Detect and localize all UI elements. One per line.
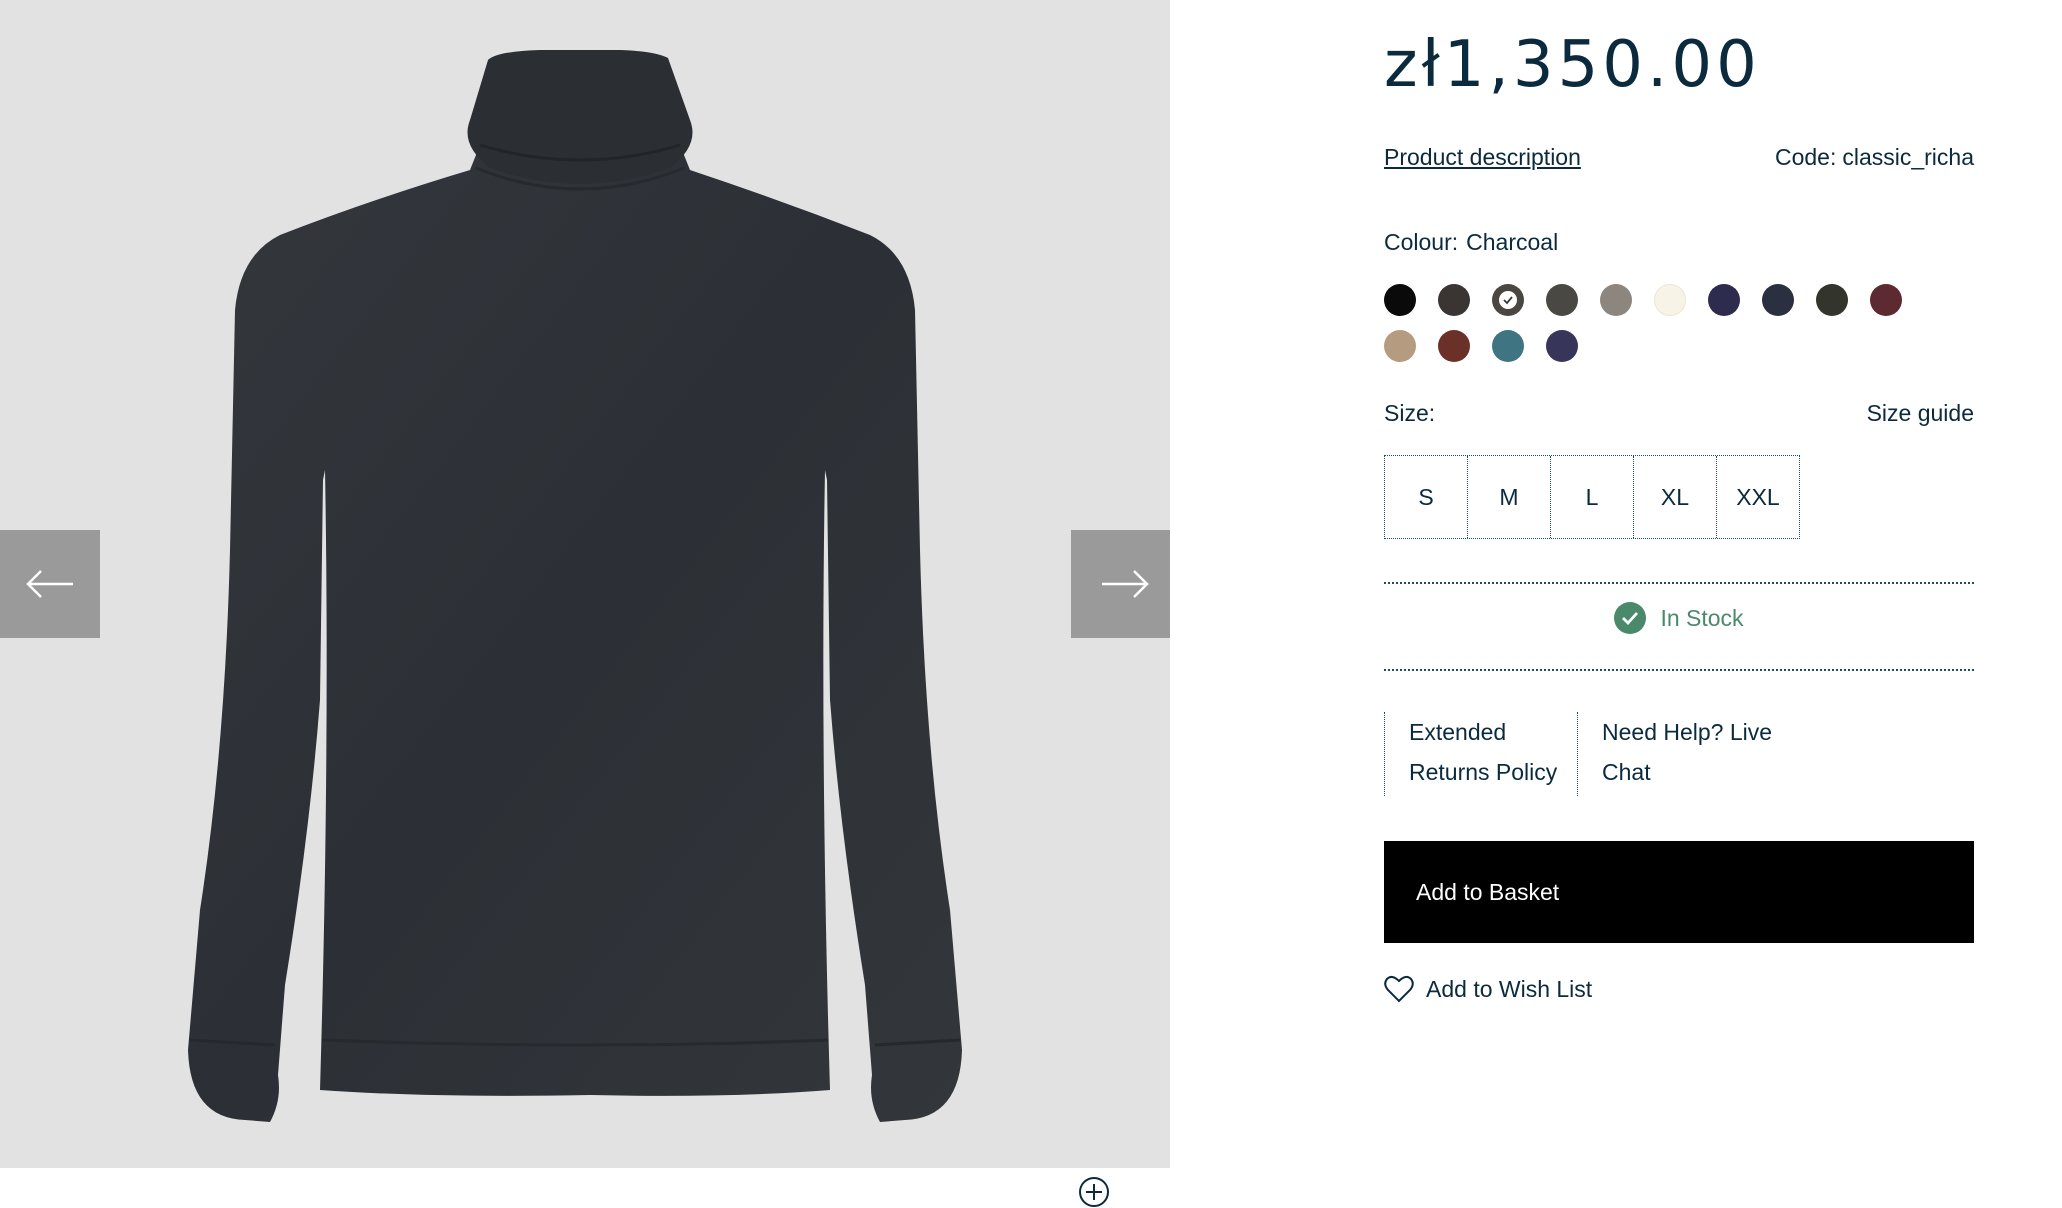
size-option-xxl[interactable]: XXL (1717, 456, 1799, 538)
stock-status-text: In Stock (1660, 604, 1744, 631)
colour-swatch[interactable] (1708, 284, 1740, 316)
colour-swatches (1384, 284, 1944, 362)
heart-icon (1384, 975, 1414, 1003)
live-chat-line2: Chat (1602, 759, 1651, 785)
product-code: Code: classic_richa (1769, 144, 1974, 171)
arrow-right-icon (1101, 570, 1149, 598)
returns-policy-line2: Returns Policy (1409, 759, 1558, 785)
colour-value: Charcoal (1466, 229, 1559, 255)
colour-swatch[interactable] (1384, 284, 1416, 316)
product-gallery (0, 0, 1170, 1168)
colour-swatch[interactable] (1438, 330, 1470, 362)
colour-swatch[interactable] (1384, 330, 1416, 362)
product-description-link[interactable]: Product description (1384, 144, 1581, 171)
divider (1384, 669, 1974, 671)
colour-swatch[interactable] (1870, 284, 1902, 316)
next-image-button[interactable] (1071, 530, 1170, 638)
add-to-wishlist-button[interactable]: Add to Wish List (1384, 975, 1592, 1003)
zoom-plus-icon[interactable] (1078, 1176, 1110, 1208)
service-links: Extended Returns Policy Need Help? Live … (1384, 712, 1792, 796)
check-circle-icon (1614, 602, 1647, 634)
size-option-s[interactable]: S (1385, 456, 1468, 538)
colour-swatch[interactable] (1600, 284, 1632, 316)
arrow-left-icon (26, 570, 73, 598)
colour-swatch[interactable] (1438, 284, 1470, 316)
product-details-panel: zł1,350.00 Product description Code: clas… (1384, 0, 1974, 1190)
live-chat-line1: Need Help? Live (1602, 719, 1773, 745)
check-icon (1503, 296, 1513, 305)
live-chat-link[interactable]: Need Help? Live Chat (1577, 712, 1792, 796)
colour-swatch[interactable] (1762, 284, 1794, 316)
size-option-xl[interactable]: XL (1634, 456, 1717, 538)
size-guide-link[interactable]: Size guide (1867, 400, 1974, 427)
size-label: Size: (1384, 400, 1436, 426)
colour-label: Colour: Charcoal (1384, 229, 1558, 256)
divider (1384, 582, 1974, 584)
stock-status: In Stock (1384, 602, 1974, 634)
colour-swatch[interactable] (1816, 284, 1848, 316)
colour-swatch[interactable] (1492, 284, 1524, 316)
product-price: zł1,350.00 (1384, 28, 1761, 102)
product-image[interactable] (170, 50, 1010, 1130)
size-option-l[interactable]: L (1551, 456, 1634, 538)
previous-image-button[interactable] (0, 530, 100, 638)
colour-swatch[interactable] (1546, 330, 1578, 362)
colour-label-text: Colour: (1384, 229, 1459, 255)
colour-swatch[interactable] (1492, 330, 1524, 362)
colour-swatch[interactable] (1546, 284, 1578, 316)
returns-policy-line1: Extended (1409, 719, 1507, 745)
add-to-basket-button[interactable]: Add to Basket (1384, 841, 1974, 943)
returns-policy-link[interactable]: Extended Returns Policy (1384, 712, 1577, 796)
size-selector: S M L XL XXL (1384, 455, 1800, 539)
product-code-value: classic_richa (1842, 144, 1974, 170)
colour-swatch[interactable] (1654, 284, 1686, 316)
product-code-label: Code: (1774, 144, 1837, 170)
size-option-m[interactable]: M (1468, 456, 1551, 538)
add-to-wishlist-label: Add to Wish List (1426, 975, 1593, 1002)
